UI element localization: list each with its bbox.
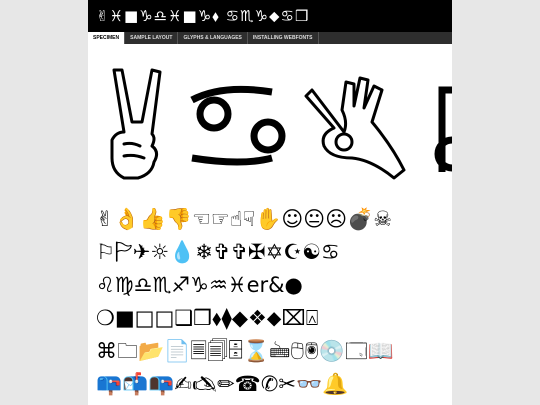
glyph-row: ♌♍♎♏♐♑♒♓er&● bbox=[96, 273, 303, 297]
tab-sample-layout[interactable]: SAMPLE LAYOUT bbox=[125, 32, 179, 44]
large-specimen bbox=[102, 62, 452, 187]
glyph-row: ✌👌👍👎☜☞☝☟✋☺😐☹💣☠ bbox=[96, 207, 393, 231]
font-name-title: ✌︎♓︎■︎♑︎♎︎♓︎■︎♑︎⬧︎ ♋︎♏︎♑︎⬥︎♋︎❒︎ bbox=[96, 7, 310, 25]
ok-hand-icon bbox=[304, 76, 406, 180]
site-header: ✌︎♓︎■︎♑︎♎︎♓︎■︎♑︎⬧︎ ♋︎♏︎♑︎⬥︎♋︎❒︎ bbox=[88, 0, 452, 32]
glyph-grid: ✌👌👍👎☜☞☝☟✋☺😐☹💣☠ ⚐🏱✈☼💧❄✞✞✠✡☪☯♋ ♌♍♎♏♐♑♒♓er&… bbox=[96, 203, 448, 401]
specimen-page: ✌︎♓︎■︎♑︎♎︎♓︎■︎♑︎⬧︎ ♋︎♏︎♑︎⬥︎♋︎❒︎ SPECIMEN… bbox=[88, 0, 452, 405]
partial-glyph-icon bbox=[434, 86, 452, 172]
cancer-sign-icon bbox=[190, 85, 286, 166]
glyph-row: ❍■□□❑❒⬧⧫◆❖⬥⌧⍓ bbox=[96, 306, 319, 330]
tab-bar: SPECIMEN SAMPLE LAYOUT GLYPHS & LANGUAGE… bbox=[88, 32, 452, 44]
tab-installing-webfonts[interactable]: INSTALLING WEBFONTS bbox=[248, 32, 319, 44]
tab-specimen[interactable]: SPECIMEN bbox=[88, 32, 126, 44]
glyph-row: 📪📬📭✍🖎✏☎✆✂👓🔔 bbox=[96, 372, 349, 396]
victory-hand-icon bbox=[110, 68, 162, 180]
glyph-row: ⌘🗀📂📄🗏🗐🗄⌛🖮🖰🖲💿🗔📖 bbox=[96, 339, 394, 363]
glyph-row: ⚐🏱✈☼💧❄✞✞✠✡☪☯♋ bbox=[96, 240, 340, 264]
tab-glyphs-languages[interactable]: GLYPHS & LANGUAGES bbox=[178, 32, 248, 44]
